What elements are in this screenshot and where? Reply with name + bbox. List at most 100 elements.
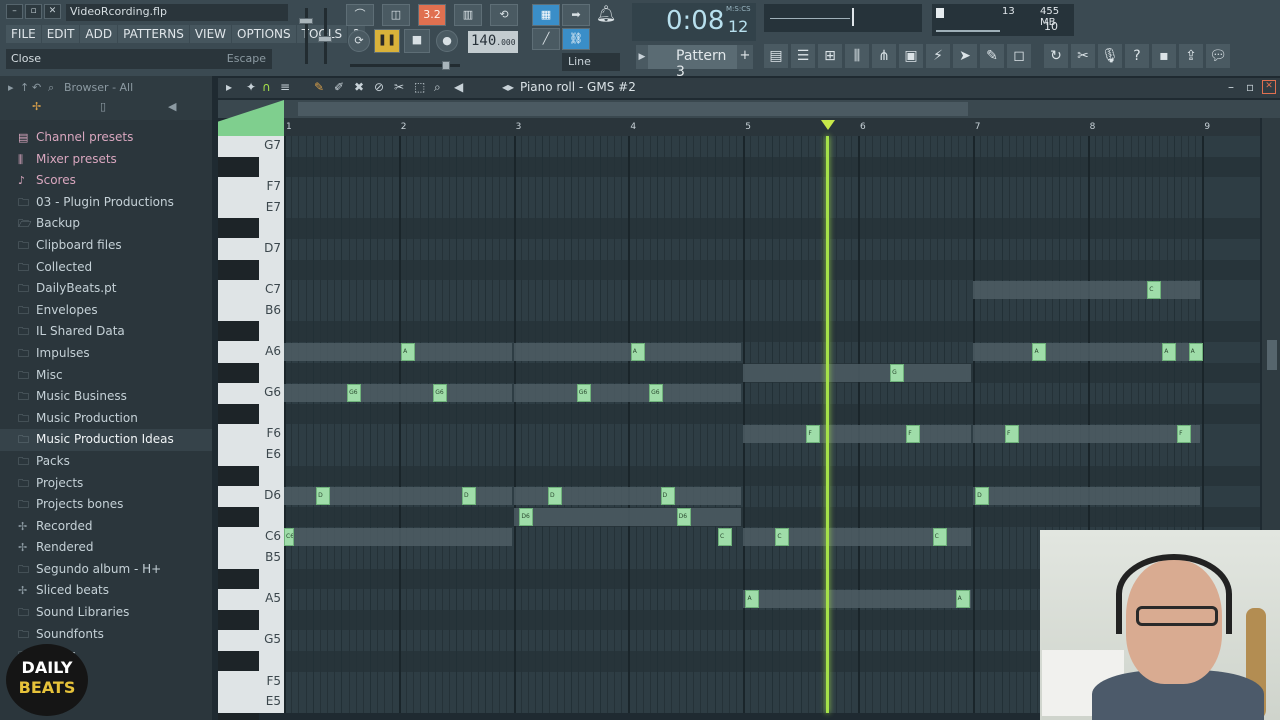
piano-roll-note[interactable]: D6 (676, 507, 691, 526)
snap-icon[interactable]: ✢ (32, 100, 41, 113)
browser-item[interactable]: ✢ Recorded (0, 516, 212, 538)
piano-black-key[interactable] (218, 568, 259, 589)
piano-roll-icon[interactable]: ☰ (791, 44, 815, 68)
browser-item[interactable]: ♪ Scores (0, 170, 212, 192)
link-icon[interactable]: ⛓ (562, 28, 590, 50)
piano-black-key[interactable] (218, 506, 259, 527)
piano-roll-note[interactable]: G (890, 363, 905, 382)
scissors-icon[interactable]: ✂ (1071, 44, 1095, 68)
piano-keyboard[interactable]: G7 F7 E7 D7 C7 B6 A6 G6 F6 E6 D6 C6 B5 A5 G5 F5 E5 (218, 136, 284, 720)
piano-black-key[interactable] (218, 321, 259, 342)
playhead-marker[interactable] (820, 120, 835, 130)
metronome-icon[interactable]: ⌒ (346, 4, 374, 26)
step-edit-icon[interactable]: ➡ (562, 4, 590, 26)
up-arrow-icon[interactable]: ↑ (20, 81, 29, 94)
browser-item[interactable]: 🗀︎ Sound Libraries (0, 602, 212, 624)
piano-roll-note[interactable]: F (1004, 425, 1019, 444)
mode-badge[interactable]: 3.2 (418, 4, 446, 26)
back-arrow-icon[interactable]: ↶ (32, 81, 41, 94)
browser-item[interactable]: 🗀︎ Misc (0, 365, 212, 387)
zoom-icon[interactable]: ⌕ (434, 80, 441, 95)
piano-roll-note[interactable]: D (975, 487, 990, 506)
browser-item[interactable]: 🗀︎ Envelopes (0, 300, 212, 322)
browser-item[interactable]: ⫼ Mixer presets (0, 149, 212, 171)
piano-black-key[interactable] (218, 403, 259, 424)
speaker-icon[interactable]: ◀ (168, 100, 176, 113)
piano-roll-note[interactable]: A (745, 590, 760, 609)
restore-icon[interactable]: ▫ (25, 4, 42, 19)
piano-black-key[interactable] (218, 651, 259, 671)
horizontal-scrollbar[interactable] (218, 100, 1280, 118)
piano-roll-note[interactable]: G6 (576, 384, 591, 403)
master-pitch-knob[interactable] (318, 36, 332, 42)
piano-roll-note[interactable]: F (806, 425, 821, 444)
piano-roll-note[interactable]: A (1188, 343, 1203, 361)
piano-roll-note[interactable]: G6 (347, 384, 362, 403)
piano-roll-note[interactable]: C (775, 528, 790, 547)
loop-record-icon[interactable]: ⟲ (490, 4, 518, 26)
pencil-icon[interactable]: ✎ (314, 80, 324, 94)
template-icon[interactable]: ◻ (1007, 44, 1031, 68)
piano-roll-note[interactable]: F (1177, 425, 1192, 444)
stop-button[interactable]: ■ (404, 29, 430, 53)
draw-tool-icon[interactable]: ╱ (532, 28, 560, 50)
slice-icon[interactable]: ✂ (394, 80, 404, 94)
piano-roll-note[interactable]: C6 (284, 528, 294, 547)
menu-add[interactable]: ADD (80, 25, 118, 43)
browser-item[interactable]: 🗀︎ Packs (0, 451, 212, 473)
menu-icon[interactable]: ≡ (280, 80, 290, 94)
piano-roll-note[interactable]: A (1032, 343, 1047, 361)
piano-roll-note[interactable]: C (717, 528, 732, 547)
browser-item[interactable]: ✢ Rendered (0, 537, 212, 559)
pattern-prev-icon[interactable]: ▶ (636, 45, 648, 69)
playback-icon[interactable]: ◀ (454, 80, 463, 94)
file-icon[interactable]: ▯ (100, 100, 106, 113)
help-icon[interactable]: ? (1125, 44, 1149, 68)
minimize-icon[interactable]: – (6, 4, 23, 19)
pause-button[interactable]: ❚❚ (374, 29, 400, 53)
search-icon[interactable]: ⌕ (48, 81, 54, 95)
browser-item[interactable]: 🗀︎ Clipboard files (0, 235, 212, 257)
arrow-icon[interactable]: ➤ (953, 44, 977, 68)
piano-black-key[interactable] (218, 362, 259, 383)
piano-roll-note[interactable]: D (316, 487, 331, 506)
expand-icon[interactable]: ▸ (8, 81, 14, 94)
browser-item[interactable]: 🗀︎ Collected (0, 257, 212, 279)
pat-song-toggle-icon[interactable]: ⟳ (348, 30, 370, 52)
piano-roll-note[interactable]: G6 (433, 384, 448, 403)
browser-item[interactable]: 🗀︎ Segundo album - H+ (0, 559, 212, 581)
channel-arrows-icon[interactable]: ◂▸ (502, 80, 514, 94)
browser-item[interactable]: 🗀︎ Projects (0, 473, 212, 495)
chat-icon[interactable]: 💬︎ (1206, 44, 1230, 68)
browser-item[interactable]: 🗀︎ Music Business (0, 386, 212, 408)
piano-roll-note[interactable]: C (1147, 281, 1162, 300)
mute-tool-icon[interactable]: ⊘ (374, 80, 384, 94)
vertical-scroll-thumb[interactable] (1267, 340, 1277, 370)
playlist-icon[interactable]: ▤ (764, 44, 788, 68)
time-ruler[interactable]: 1 2 3 4 5 6 7 8 9 (284, 118, 1260, 136)
typing-keyboard-icon[interactable]: ▦ (532, 4, 560, 26)
record-button[interactable]: ● (436, 30, 458, 52)
blend-recording-icon[interactable]: ▥ (454, 4, 482, 26)
save-icon[interactable]: ▪ (1152, 44, 1176, 68)
export-icon[interactable]: ⇪ (1179, 44, 1203, 68)
piano-black-key[interactable] (218, 712, 259, 720)
piano-roll-note[interactable]: G6 (649, 384, 664, 403)
piano-roll-note[interactable]: A (1162, 343, 1177, 361)
delete-tool-icon[interactable]: ✖ (354, 80, 364, 94)
add-pattern-button[interactable]: + (737, 45, 753, 69)
select-icon[interactable]: ⬚ (414, 80, 425, 94)
pattern-select[interactable]: Pattern 3 (648, 45, 738, 80)
play-icon[interactable]: ▸ (226, 80, 232, 94)
piano-roll-note[interactable]: D (461, 487, 476, 506)
piano-roll-note[interactable]: C (932, 528, 947, 547)
piano-black-key[interactable] (218, 156, 259, 177)
close-icon[interactable]: ✕ (44, 4, 61, 19)
browser-item[interactable]: 🗀︎ DailyBeats.pt (0, 278, 212, 300)
brush-icon[interactable]: ✐ (334, 80, 344, 94)
menu-edit[interactable]: EDIT (41, 25, 80, 43)
piano-black-key[interactable] (218, 218, 259, 239)
piano-roll-note[interactable]: D (548, 487, 563, 506)
browser-item[interactable]: 🗁︎ Backup (0, 213, 212, 235)
menu-view[interactable]: VIEW (189, 25, 232, 43)
